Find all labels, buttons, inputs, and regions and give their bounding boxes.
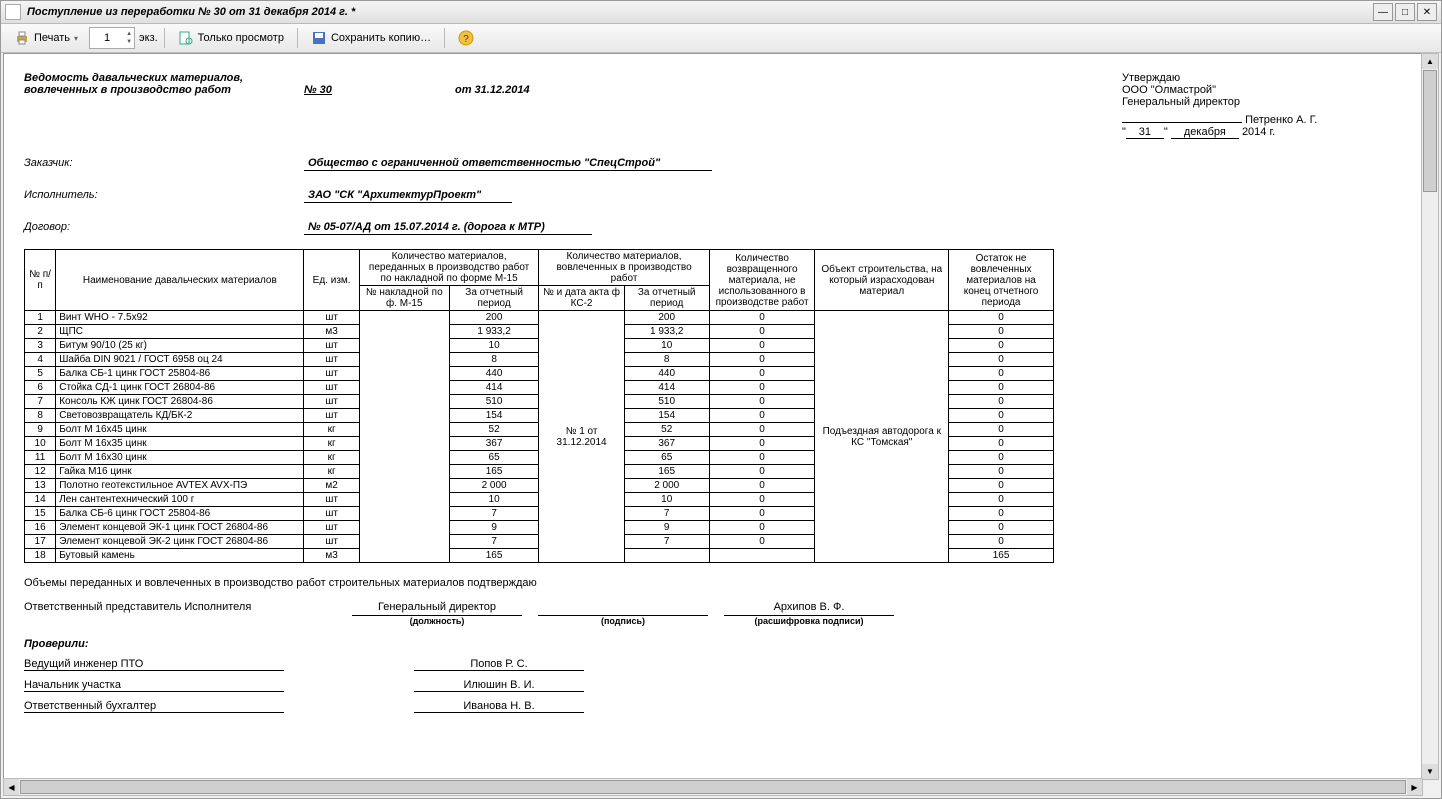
app-window: Поступление из переработки № 30 от 31 де… bbox=[0, 0, 1442, 799]
customer-label: Заказчик: bbox=[24, 157, 304, 171]
scroll-left-icon[interactable]: ◀ bbox=[4, 779, 19, 795]
approve-person: Петренко А. Г. bbox=[1245, 114, 1317, 126]
save-copy-button[interactable]: Сохранить копию… bbox=[304, 27, 438, 49]
approve-year: 2014 г. bbox=[1242, 126, 1275, 138]
close-button[interactable]: ✕ bbox=[1417, 3, 1437, 21]
print-label: Печать bbox=[34, 32, 70, 44]
col-group1: Количество материалов, переданных в прои… bbox=[359, 250, 539, 286]
minimize-button[interactable]: — bbox=[1373, 3, 1393, 21]
vertical-scrollbar[interactable]: ▲ ▼ bbox=[1421, 53, 1439, 780]
svg-text:?: ? bbox=[463, 34, 469, 45]
doc-title: Ведомость давальческих материалов, вовле… bbox=[24, 72, 1122, 96]
save-icon bbox=[311, 30, 327, 46]
col-num: № п/п bbox=[25, 250, 56, 311]
contract-label: Договор: bbox=[24, 221, 304, 235]
col-g2b: За отчетный период bbox=[624, 286, 709, 311]
approve-month: декабря bbox=[1171, 126, 1239, 139]
print-button[interactable]: Печать ▾ bbox=[7, 27, 85, 49]
dropdown-icon: ▾ bbox=[74, 34, 78, 43]
doc-number: № 30 bbox=[304, 84, 332, 96]
checker-row: Начальник участка Илюшин В. И. bbox=[24, 679, 1402, 692]
col-g1b: За отчетный период bbox=[449, 286, 539, 311]
executor-label: Исполнитель: bbox=[24, 189, 304, 203]
preview-button[interactable]: Только просмотр bbox=[171, 27, 291, 49]
preview-label: Только просмотр bbox=[198, 32, 284, 44]
printer-icon bbox=[14, 30, 30, 46]
horizontal-scrollbar[interactable]: ◀ ▶ bbox=[3, 778, 1423, 796]
customer-value: Общество с ограниченной ответственностью… bbox=[304, 157, 712, 171]
approve-day: 31 bbox=[1126, 126, 1164, 139]
title-bar: Поступление из переработки № 30 от 31 де… bbox=[1, 1, 1441, 24]
col-g2a: № и дата акта ф КС-2 bbox=[539, 286, 624, 311]
checker-row: Ответственный бухгалтер Иванова Н. В. bbox=[24, 700, 1402, 713]
help-button[interactable]: ? bbox=[451, 27, 481, 49]
position-value: Генеральный директор bbox=[352, 601, 522, 616]
col-name: Наименование давальческих материалов bbox=[56, 250, 304, 311]
confirm-text: Объемы переданных и вовлеченных в произв… bbox=[24, 577, 1402, 589]
separator bbox=[164, 28, 165, 48]
toolbar: Печать ▾ ▲▼ экз. Только просмотр Сохрани… bbox=[1, 24, 1441, 53]
doc-date: от 31.12.2014 bbox=[455, 84, 530, 96]
signer-name: Архипов В. Ф. bbox=[724, 601, 894, 616]
separator bbox=[444, 28, 445, 48]
col-unit: Ед. изм. bbox=[304, 250, 359, 311]
scroll-down-icon[interactable]: ▼ bbox=[1422, 764, 1438, 779]
preview-icon bbox=[178, 30, 194, 46]
copies-suffix: экз. bbox=[139, 32, 158, 44]
approval-block: Утверждаю ООО "Олмастрой" Генеральный ди… bbox=[1122, 72, 1402, 139]
scroll-right-icon[interactable]: ▶ bbox=[1407, 779, 1422, 795]
window-title: Поступление из переработки № 30 от 31 де… bbox=[27, 6, 1371, 18]
col-group2: Количество материалов, вовлеченных в про… bbox=[539, 250, 709, 286]
rep-label: Ответственный представитель Исполнителя bbox=[24, 601, 344, 626]
scroll-thumb[interactable] bbox=[20, 780, 1406, 794]
signature-line bbox=[538, 601, 708, 616]
checker-row: Ведущий инженер ПТО Попов Р. С. bbox=[24, 658, 1402, 671]
maximize-button[interactable]: □ bbox=[1395, 3, 1415, 21]
signature-block: Ответственный представитель Исполнителя … bbox=[24, 601, 1402, 626]
separator bbox=[297, 28, 298, 48]
spinner-arrows-icon[interactable]: ▲▼ bbox=[124, 30, 134, 46]
materials-table: № п/п Наименование давальческих материал… bbox=[24, 249, 1054, 563]
col-object: Объект строительства, на который израсхо… bbox=[815, 250, 949, 311]
checked-label: Проверили: bbox=[24, 638, 1402, 650]
scroll-up-icon[interactable]: ▲ bbox=[1422, 54, 1438, 69]
executor-value: ЗАО "СК "АрхитектурПроект" bbox=[304, 189, 512, 203]
copies-spinner[interactable]: ▲▼ bbox=[89, 27, 135, 49]
col-g1a: № накладной по ф. М-15 bbox=[359, 286, 449, 311]
help-icon: ? bbox=[458, 30, 474, 46]
col-returned: Количество возвращенного материала, не и… bbox=[709, 250, 815, 311]
contract-value: № 05-07/АД от 15.07.2014 г. (дорога к МТ… bbox=[304, 221, 592, 235]
copies-input[interactable] bbox=[90, 31, 124, 45]
scroll-thumb[interactable] bbox=[1423, 70, 1437, 192]
save-copy-label: Сохранить копию… bbox=[331, 32, 431, 44]
table-row: 1Винт WHO - 7.5х92шт200№ 1 от 31.12.2014… bbox=[25, 311, 1054, 325]
page-content: Ведомость давальческих материалов, вовле… bbox=[3, 53, 1423, 780]
col-rest: Остаток не вовлеченных материалов на кон… bbox=[949, 250, 1054, 311]
doc-icon bbox=[5, 4, 21, 20]
